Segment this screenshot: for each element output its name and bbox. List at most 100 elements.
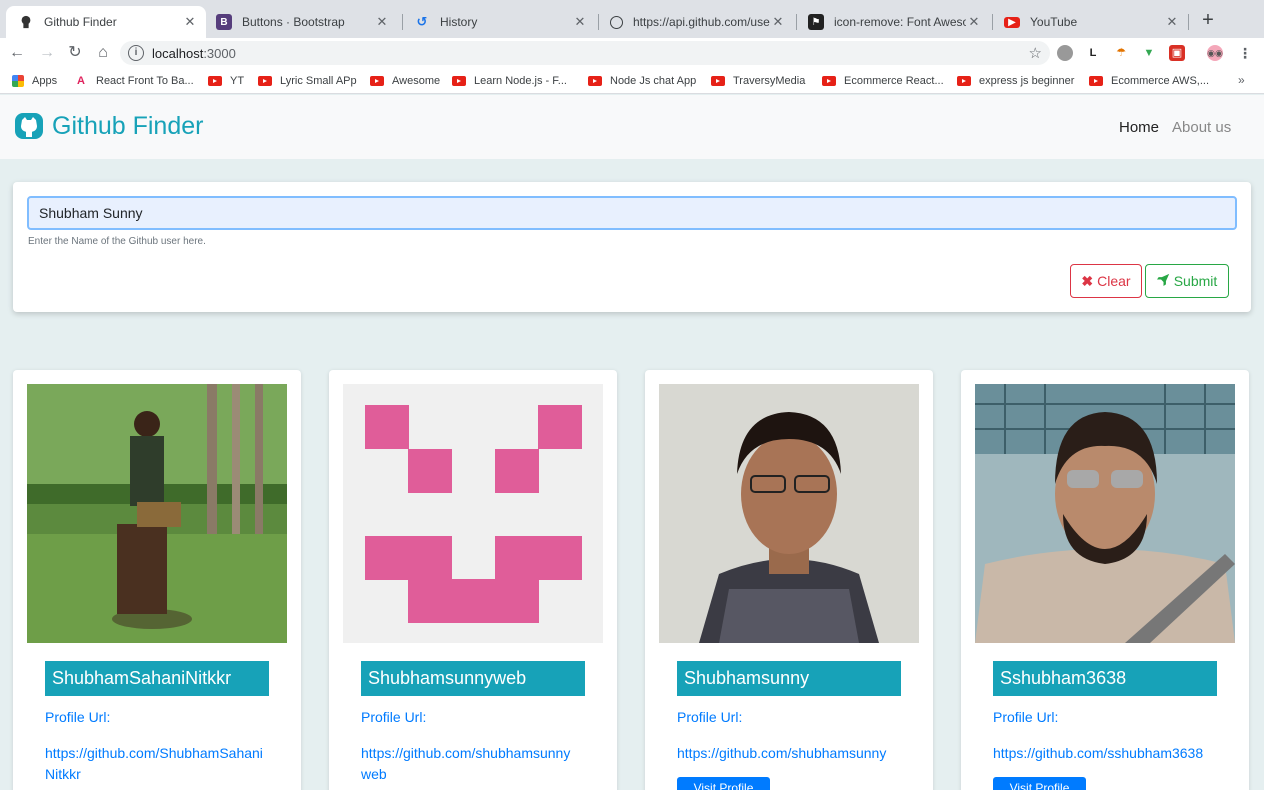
bookmark-lyric[interactable]: Lyric Small APp	[258, 73, 357, 89]
profile-url-link[interactable]: https://github.com/sshubham3638	[993, 743, 1225, 764]
globe-icon	[610, 15, 623, 29]
extension-icon[interactable]: ☂	[1113, 45, 1129, 61]
new-tab-button[interactable]: +	[1196, 8, 1220, 32]
close-tab-icon[interactable]: ✕	[966, 14, 982, 30]
profile-url-link[interactable]: https://github.com/shubhamsunny web	[361, 743, 593, 785]
profile-url-label: Profile Url:	[45, 709, 111, 725]
bookmark-label: Learn Node.js - F...	[474, 75, 567, 87]
octocat-favicon-icon	[18, 14, 34, 30]
tab-history[interactable]: ↺ History ✕	[402, 6, 596, 38]
bookmark-awesome[interactable]: Awesome	[370, 73, 440, 89]
bookmark-label: TraversyMedia	[733, 75, 806, 87]
font-awesome-favicon-icon: ⚑	[808, 14, 824, 30]
bookmark-ecommerce-react[interactable]: Ecommerce React...	[822, 73, 944, 89]
tab-title: Github Finder	[44, 15, 117, 29]
close-tab-icon[interactable]: ✕	[572, 14, 588, 30]
browser-toolbar: ← → ↻ ⌂ i localhost:3000 ☆ L ☂ ▼ ▣ ◉◉ ⋮	[0, 38, 1264, 68]
youtube-icon	[711, 76, 725, 86]
bookmark-yt[interactable]: YT	[208, 73, 244, 89]
bookmark-label: Ecommerce AWS,...	[1111, 75, 1210, 87]
close-tab-icon[interactable]: ✕	[770, 14, 786, 30]
youtube-icon	[452, 76, 466, 86]
home-icon[interactable]: ⌂	[92, 42, 114, 64]
submit-label: Submit	[1173, 273, 1218, 289]
user-login: Sshubham3638	[993, 661, 1217, 696]
tab-bootstrap-buttons[interactable]: B Buttons · Bootstrap ✕	[204, 6, 398, 38]
youtube-icon	[370, 76, 384, 86]
visit-profile-button[interactable]: Visit Profile	[993, 777, 1086, 790]
nav-home-link[interactable]: Home	[1119, 119, 1159, 136]
visit-profile-button[interactable]: Visit Profile	[677, 777, 770, 790]
bookmark-star-icon[interactable]: ☆	[1029, 44, 1042, 62]
user-login: Shubhamsunnyweb	[361, 661, 585, 696]
youtube-icon	[208, 76, 222, 86]
bookmark-label: Awesome	[392, 75, 441, 87]
tab-separator	[1188, 14, 1189, 30]
bookmark-react-front[interactable]: A React Front To Ba...	[74, 73, 194, 89]
bookmark-express[interactable]: express js beginner	[957, 73, 1074, 89]
extension-icon[interactable]	[1057, 45, 1073, 61]
bookmark-label: Apps	[32, 75, 58, 87]
address-bar[interactable]: i localhost:3000 ☆	[120, 41, 1050, 65]
youtube-icon	[258, 76, 272, 86]
browser-tab-bar: Github Finder ✕ B Buttons · Bootstrap ✕ …	[0, 0, 1264, 38]
tab-github-finder[interactable]: Github Finder ✕	[6, 6, 206, 38]
site-info-icon[interactable]: i	[128, 45, 144, 61]
times-icon: ✖	[1081, 272, 1094, 289]
bookmark-label: YT	[230, 75, 245, 87]
bookmark-label: Ecommerce React...	[844, 75, 944, 87]
extension-icon[interactable]: ▣	[1169, 45, 1185, 61]
tab-title: YouTube	[1030, 15, 1078, 29]
forward-arrow-icon[interactable]: →	[36, 42, 58, 64]
bookmark-label: Node Js chat App	[610, 75, 697, 87]
user-avatar	[659, 384, 919, 643]
profile-url-label: Profile Url:	[361, 709, 427, 725]
close-tab-icon[interactable]: ✕	[182, 14, 198, 30]
bookmark-apps[interactable]: Apps	[12, 73, 57, 89]
tab-github-api[interactable]: https://api.github.com/users ✕	[598, 6, 794, 38]
tab-title: https://api.github.com/users	[633, 15, 770, 29]
tab-title: icon-remove: Font Awesome	[834, 15, 966, 29]
nav-about-link[interactable]: About us	[1172, 119, 1231, 136]
url-host: localhost	[152, 45, 204, 61]
user-card: Sshubham3638 Profile Url: https://github…	[961, 370, 1249, 790]
bookmark-learn-node[interactable]: Learn Node.js - F...	[452, 73, 567, 89]
search-input[interactable]	[27, 196, 1237, 230]
extension-icon[interactable]: ▼	[1141, 45, 1157, 61]
youtube-icon	[1089, 76, 1103, 86]
clear-label: Clear	[1097, 273, 1131, 289]
extension-l-icon[interactable]: L	[1085, 45, 1101, 61]
tab-youtube[interactable]: ▶ YouTube ✕	[992, 6, 1188, 38]
bookmark-node-chat[interactable]: Node Js chat App	[588, 73, 696, 89]
bookmark-label: React Front To Ba...	[96, 75, 194, 87]
more-bookmarks-icon[interactable]: »	[1238, 73, 1245, 87]
bookmark-traversy[interactable]: TraversyMedia	[711, 73, 805, 89]
search-help-text: Enter the Name of the Github user here.	[28, 236, 206, 247]
close-tab-icon[interactable]: ✕	[374, 14, 390, 30]
user-login: Shubhamsunny	[677, 661, 901, 696]
history-icon: ↺	[416, 14, 428, 29]
clear-button[interactable]: ✖ Clear	[1070, 264, 1142, 298]
menu-kebab-icon[interactable]: ⋮	[1237, 45, 1253, 61]
reload-icon[interactable]: ↻	[64, 42, 86, 64]
bookmark-ecommerce-aws[interactable]: Ecommerce AWS,...	[1089, 73, 1209, 89]
tab-font-awesome[interactable]: ⚑ icon-remove: Font Awesome ✕	[796, 6, 990, 38]
close-tab-icon[interactable]: ✕	[1164, 14, 1180, 30]
github-icon	[13, 110, 45, 142]
tab-title: Buttons · Bootstrap	[242, 15, 345, 29]
back-arrow-icon[interactable]: ←	[6, 42, 28, 64]
profile-url-label: Profile Url:	[993, 709, 1059, 725]
profile-url-line: https://github.com/shubhamsunny	[677, 745, 887, 761]
profile-url-link[interactable]: https://github.com/shubhamsunny	[677, 743, 909, 764]
youtube-icon	[957, 76, 971, 86]
submit-button[interactable]: Submit	[1145, 264, 1229, 298]
user-card: Shubhamsunny Profile Url: https://github…	[645, 370, 933, 790]
brand-title: Github Finder	[52, 111, 204, 140]
search-card: Enter the Name of the Github user here. …	[13, 182, 1251, 312]
apps-grid-icon	[12, 75, 24, 87]
profile-url-link[interactable]: https://github.com/ShubhamSahani Nitkkr	[45, 743, 277, 785]
profile-url-line: https://github.com/ShubhamSahani	[45, 745, 263, 761]
user-card: Shubhamsunnyweb Profile Url: https://git…	[329, 370, 617, 790]
profile-avatar-icon[interactable]: ◉◉	[1207, 45, 1223, 61]
brand-logo[interactable]: Github Finder	[13, 110, 203, 142]
